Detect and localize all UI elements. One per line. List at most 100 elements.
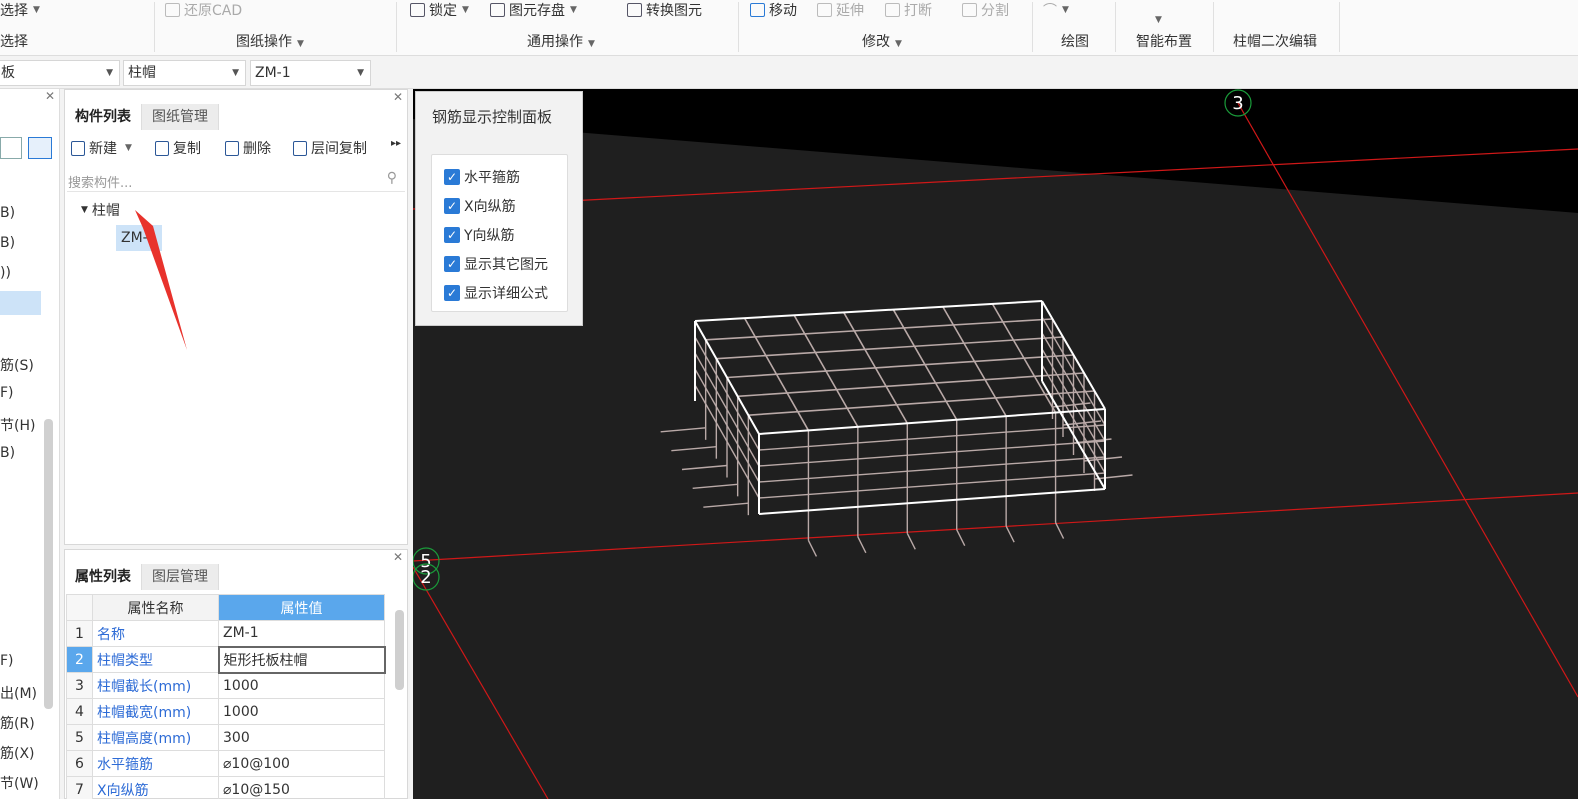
property-value[interactable]: ⌀10@150 [218,776,385,799]
chevron-down-icon: ▼ [297,39,304,49]
checkbox-checked-icon[interactable]: ✓ [444,227,460,243]
close-icon[interactable]: ✕ [45,89,55,103]
select-button[interactable]: 选择 ▼ [0,0,40,20]
table-row[interactable]: 6 水平箍筋 ⌀10@100 [66,750,385,777]
table-row[interactable]: 7 X向纵筋 ⌀10@150 [66,776,385,799]
axis-marker-2: 2 [412,563,440,591]
selected-nav-item[interactable] [0,291,41,315]
nav-item[interactable]: 节(W) [0,773,39,793]
rebar-option-checkbox[interactable]: ✓ 显示其它图元 [444,254,548,274]
properties-tabs: 属性列表 图层管理 [65,564,219,590]
checkbox-checked-icon[interactable]: ✓ [444,169,460,185]
tab-drawing-management[interactable]: 图纸管理 [142,104,219,130]
component-type-select[interactable]: 柱帽 ▼ [123,60,246,86]
floor-copy-button[interactable]: 层间复制 [293,138,367,158]
nav-item[interactable]: 筋(S) [0,355,34,375]
search-box[interactable]: 搜索构件... ⚲ [67,168,405,192]
property-value[interactable]: 300 [218,724,385,751]
nav-item[interactable]: F) [0,653,14,669]
search-icon[interactable]: ⚲ [387,170,397,186]
more-icon[interactable]: ▸▸ [391,138,401,149]
rebar-option-checkbox[interactable]: ✓ 显示详细公式 [444,283,548,303]
nav-item[interactable]: )) [0,265,11,281]
close-icon[interactable]: ✕ [393,550,403,564]
drawing-ops-group[interactable]: 图纸操作 ▼ [236,31,304,51]
property-value[interactable]: ZM-1 [218,620,385,647]
nav-item[interactable]: F) [0,385,14,401]
break-button[interactable]: 打断 [885,0,932,20]
nav-item[interactable]: 筋(R) [0,713,35,733]
scrollbar[interactable] [395,610,404,690]
outline-edge [758,488,1106,515]
move-button[interactable]: 移动 [750,0,797,20]
properties-panel: ✕ 属性列表 图层管理 属性名称 属性值 1 名称 ZM-1 2 柱帽类型 矩形托板柱帽 3… [64,549,408,799]
table-row[interactable]: 4 柱帽截宽(mm) 1000 [66,698,385,725]
table-row[interactable]: 2 柱帽类型 矩形托板柱帽 [66,645,386,674]
viewport-canvas[interactable]: 3 5 2 [412,89,1578,799]
rebar-line [1054,522,1065,539]
chevron-down-icon: ▼ [1155,15,1162,25]
component-list-panel: ✕ 构件列表 图纸管理 新建 ▼ 复制 删除 层间复制 ▸▸ 搜索构件... ⚲ … [64,89,408,545]
property-value[interactable]: 1000 [218,698,385,725]
lock-button[interactable]: 锁定 ▼ [410,0,469,20]
table-row[interactable]: 5 柱帽高度(mm) 300 [66,724,385,751]
table-header-value: 属性值 [218,594,385,621]
rebar-line [716,336,1064,360]
tab-property-list[interactable]: 属性列表 [65,564,142,590]
new-button[interactable]: 新建 ▼ [71,138,132,158]
convert-element-button[interactable]: 转换图元 [627,0,702,20]
table-row[interactable]: 3 柱帽截长(mm) 1000 [66,672,385,699]
draw-group: 绘图 [1061,34,1089,50]
floor-type-select[interactable]: 板 ▼ [0,60,120,86]
expand-icon[interactable]: ▼ [81,205,88,215]
nav-item[interactable]: B) [0,445,15,461]
row-index: 1 [66,620,93,647]
split-button[interactable]: 分割 [962,0,1009,20]
component-select[interactable]: ZM-1 ▼ [250,60,371,86]
nav-item[interactable]: B) [0,205,15,221]
rebar-option-checkbox[interactable]: ✓ 水平箍筋 [444,167,520,187]
checkbox-checked-icon[interactable]: ✓ [444,285,460,301]
extend-button[interactable]: 延伸 [817,0,864,20]
draw-arc-button[interactable]: ⌒ ▼ [1043,0,1069,20]
modify-group[interactable]: 修改 ▼ [862,31,902,51]
rebar-option-checkbox[interactable]: ✓ X向纵筋 [444,196,516,216]
property-value[interactable]: 1000 [218,672,385,699]
restore-cad-button[interactable]: 还原CAD [165,0,242,20]
rebar-option-checkbox[interactable]: ✓ Y向纵筋 [444,225,515,245]
search-input[interactable]: 搜索构件... [68,172,132,191]
checkbox-label: 水平箍筋 [464,170,520,186]
rebar-line [703,502,749,508]
smart-layout-dropdown[interactable]: ▼ [1150,10,1162,30]
nav-item[interactable]: B) [0,235,15,251]
detail-view-icon[interactable] [28,137,52,159]
divider [1032,2,1033,52]
divider [1213,2,1214,52]
row-index: 5 [66,724,93,751]
properties-table: 属性名称 属性值 1 名称 ZM-1 2 柱帽类型 矩形托板柱帽 3 柱帽截长(mm) 1000… [66,594,386,799]
list-view-icon[interactable] [0,137,22,159]
close-icon[interactable]: ✕ [393,90,403,104]
tab-component-list[interactable]: 构件列表 [65,104,142,130]
property-value[interactable]: 矩形托板柱帽 [217,645,386,674]
tab-layer-management[interactable]: 图层管理 [142,564,219,590]
rebar-line [705,318,1053,341]
3d-viewport[interactable]: 3 5 2 [412,89,1578,799]
nav-item[interactable]: 出(M) [0,683,37,703]
scrollbar[interactable] [44,419,53,709]
nav-item[interactable]: 筋(X) [0,743,35,763]
divider [1115,2,1116,52]
general-ops-group[interactable]: 通用操作 ▼ [527,31,595,51]
table-row[interactable]: 1 名称 ZM-1 [66,620,385,647]
delete-button[interactable]: 删除 [225,138,271,158]
rebar-line [726,354,1074,379]
smart-layout-group: 智能布置 [1136,34,1192,50]
checkbox-checked-icon[interactable]: ✓ [444,198,460,214]
copy-button[interactable]: 复制 [155,138,201,158]
checkbox-label: 显示其它图元 [464,257,548,273]
property-value[interactable]: ⌀10@100 [218,750,385,777]
element-save-button[interactable]: 图元存盘 ▼ [490,0,577,20]
nav-item[interactable]: 节(H) [0,415,35,435]
rebar-cage-model[interactable] [660,300,1133,557]
checkbox-checked-icon[interactable]: ✓ [444,256,460,272]
